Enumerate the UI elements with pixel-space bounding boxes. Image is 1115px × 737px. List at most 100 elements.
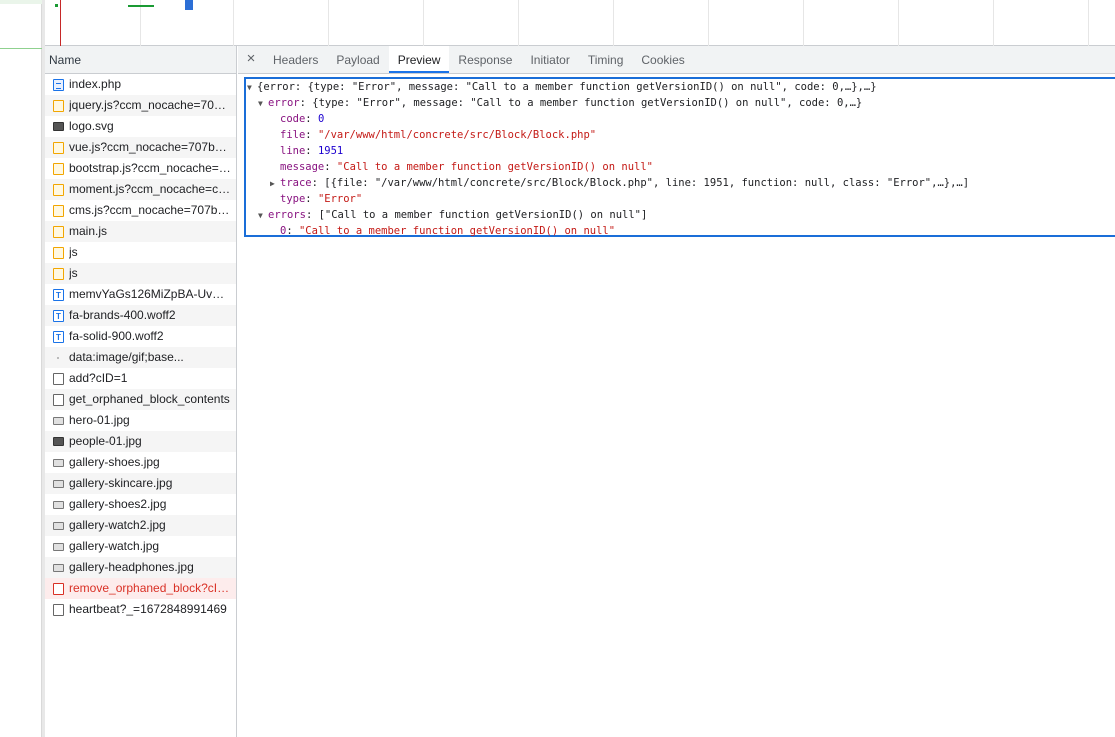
request-row[interactable]: index.php bbox=[45, 74, 236, 95]
json-file-row: file: "/var/www/html/concrete/src/Block/… bbox=[280, 129, 597, 141]
tab-cookies[interactable]: Cookies bbox=[632, 46, 693, 73]
request-row[interactable]: fa-brands-400.woff2 bbox=[45, 305, 236, 326]
json-key: trace bbox=[280, 177, 312, 189]
json-key: type bbox=[280, 193, 306, 205]
request-row[interactable]: jquery.js?ccm_nocache=707b... bbox=[45, 95, 236, 116]
request-row[interactable]: gallery-headphones.jpg bbox=[45, 557, 236, 578]
json-error-row[interactable]: ▼ error: {type: "Error", message: "Call t… bbox=[246, 95, 1115, 111]
request-name: data:image/gif;base... bbox=[69, 350, 184, 364]
waterfall-overview[interactable] bbox=[45, 0, 1115, 46]
request-row[interactable]: fa-solid-900.woff2 bbox=[45, 326, 236, 347]
json-trace-summary: [{file: "/var/www/html/concrete/src/Bloc… bbox=[324, 177, 970, 189]
json-root-row[interactable]: ▼ {error: {type: "Error", message: "Call … bbox=[246, 79, 1115, 95]
request-row[interactable]: remove_orphaned_block?cID... bbox=[45, 578, 236, 599]
request-name: gallery-shoes.jpg bbox=[69, 455, 160, 469]
request-row[interactable]: vue.js?ccm_nocache=707b9b... bbox=[45, 137, 236, 158]
load-event-marker bbox=[60, 0, 61, 46]
image-icon bbox=[53, 416, 64, 425]
timeline-gridline bbox=[613, 0, 614, 46]
script-icon bbox=[53, 267, 64, 280]
request-row[interactable]: js bbox=[45, 242, 236, 263]
timeline-request-bar bbox=[128, 5, 154, 7]
json-code-row: code: 0 bbox=[280, 113, 325, 125]
script-icon bbox=[53, 246, 64, 259]
request-row[interactable]: gallery-skincare.jpg bbox=[45, 473, 236, 494]
script-icon bbox=[53, 183, 64, 196]
request-row[interactable]: data:image/gif;base... bbox=[45, 347, 236, 368]
request-row[interactable]: moment.js?ccm_nocache=c3... bbox=[45, 179, 236, 200]
request-row[interactable]: add?cID=1 bbox=[45, 368, 236, 389]
request-row[interactable]: gallery-shoes.jpg bbox=[45, 452, 236, 473]
request-row[interactable]: gallery-watch2.jpg bbox=[45, 515, 236, 536]
close-icon[interactable]: × bbox=[238, 46, 264, 73]
expand-triangle-icon[interactable]: ▼ bbox=[258, 208, 268, 224]
tab-timing[interactable]: Timing bbox=[579, 46, 633, 73]
request-row[interactable]: main.js bbox=[45, 221, 236, 242]
request-row[interactable]: bootstrap.js?ccm_nocache=9... bbox=[45, 158, 236, 179]
timeline-gridline bbox=[803, 0, 804, 46]
tab-headers[interactable]: Headers bbox=[264, 46, 327, 73]
timeline-gridline bbox=[233, 0, 234, 46]
collapsed-triangle-icon[interactable]: ▶ bbox=[270, 176, 280, 192]
script-icon bbox=[53, 99, 64, 112]
font-icon bbox=[53, 327, 64, 347]
gutter-highlight bbox=[0, 0, 42, 4]
json-errors-summary: ["Call to a member function getVersionID… bbox=[318, 209, 648, 221]
name-column-header[interactable]: Name bbox=[45, 46, 236, 74]
blank-document-icon bbox=[53, 372, 64, 385]
json-trace-row[interactable]: ▶ trace: [{file: "/var/www/html/concrete/… bbox=[246, 175, 1115, 191]
request-row[interactable]: cms.js?ccm_nocache=707b9... bbox=[45, 200, 236, 221]
image-icon bbox=[53, 542, 64, 551]
script-icon bbox=[53, 225, 64, 238]
font-icon bbox=[53, 306, 64, 326]
request-row[interactable]: memvYaGs126MiZpBA-UvW... bbox=[45, 284, 236, 305]
request-name: fa-brands-400.woff2 bbox=[69, 308, 176, 322]
expand-triangle-icon[interactable]: ▼ bbox=[247, 80, 257, 96]
image-icon bbox=[53, 521, 64, 530]
request-name: vue.js?ccm_nocache=707b9b... bbox=[69, 140, 231, 154]
request-row[interactable]: hero-01.jpg bbox=[45, 410, 236, 431]
json-string-value: "/var/www/html/concrete/src/Block/Block.… bbox=[317, 129, 597, 141]
tab-initiator[interactable]: Initiator bbox=[521, 46, 578, 73]
json-preview[interactable]: ▼ {error: {type: "Error", message: "Call … bbox=[244, 77, 1115, 237]
request-name: gallery-watch.jpg bbox=[69, 539, 160, 553]
image-icon bbox=[53, 500, 64, 509]
tab-payload[interactable]: Payload bbox=[327, 46, 388, 73]
request-row[interactable]: js bbox=[45, 263, 236, 284]
script-icon bbox=[53, 204, 64, 217]
request-row[interactable]: people-01.jpg bbox=[45, 431, 236, 452]
timeline-request-bar bbox=[185, 0, 193, 10]
request-row[interactable]: logo.svg bbox=[45, 116, 236, 137]
request-name: add?cID=1 bbox=[69, 371, 128, 385]
json-key: 0 bbox=[280, 225, 287, 237]
json-key: line bbox=[280, 145, 306, 157]
error-document-icon bbox=[53, 582, 64, 595]
json-error-summary: {type: "Error", message: "Call to a memb… bbox=[312, 97, 863, 109]
tab-preview[interactable]: Preview bbox=[388, 46, 450, 73]
request-row[interactable]: gallery-watch.jpg bbox=[45, 536, 236, 557]
json-errors-row[interactable]: ▼ errors: ["Call to a member function get… bbox=[246, 207, 1115, 223]
image-icon bbox=[53, 437, 64, 446]
request-name: cms.js?ccm_nocache=707b9... bbox=[69, 203, 231, 217]
json-type-row: type: "Error" bbox=[280, 193, 363, 205]
blank-document-icon bbox=[53, 393, 64, 406]
request-name: moment.js?ccm_nocache=c3... bbox=[69, 182, 231, 196]
json-key: file bbox=[280, 129, 306, 141]
request-row[interactable]: heartbeat?_=1672848991469 bbox=[45, 599, 236, 620]
request-name: gallery-shoes2.jpg bbox=[69, 497, 167, 511]
json-key: message bbox=[280, 161, 325, 173]
request-name: get_orphaned_block_contents bbox=[69, 392, 230, 406]
font-icon bbox=[53, 285, 64, 305]
request-name: gallery-skincare.jpg bbox=[69, 476, 173, 490]
expand-triangle-icon[interactable]: ▼ bbox=[258, 96, 268, 112]
timeline-gridline bbox=[898, 0, 899, 46]
request-name: remove_orphaned_block?cID... bbox=[69, 581, 231, 595]
details-tabbar: × Headers Payload Preview Response Initi… bbox=[238, 46, 1115, 74]
request-row[interactable]: gallery-shoes2.jpg bbox=[45, 494, 236, 515]
timeline-gridline bbox=[993, 0, 994, 46]
request-row[interactable]: get_orphaned_block_contents bbox=[45, 389, 236, 410]
tab-response[interactable]: Response bbox=[449, 46, 521, 73]
request-name: js bbox=[69, 266, 78, 280]
json-string-value: "Call to a member function getVersionID(… bbox=[336, 161, 653, 173]
request-name: hero-01.jpg bbox=[69, 413, 130, 427]
